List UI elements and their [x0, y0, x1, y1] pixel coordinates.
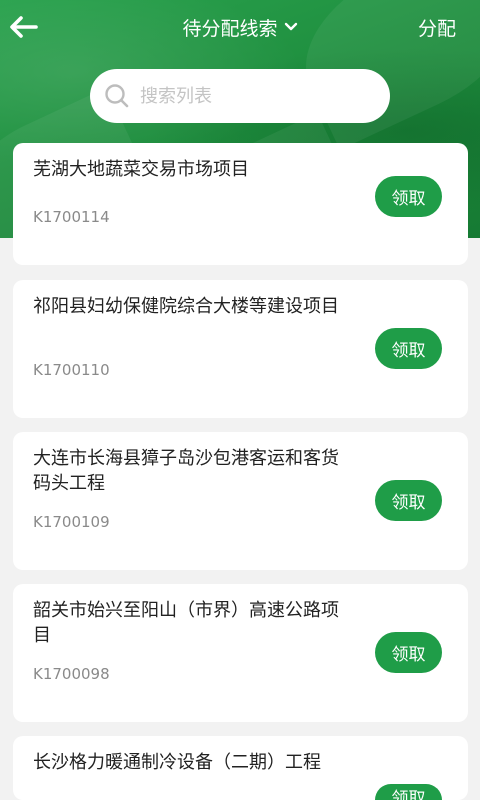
- claim-button[interactable]: 领取: [375, 784, 442, 800]
- item-title: 长沙格力暖通制冷设备（二期）工程: [33, 752, 321, 773]
- title-dropdown[interactable]: 待分配线索: [182, 14, 297, 41]
- search-input[interactable]: [140, 85, 360, 107]
- search-icon: [105, 84, 129, 108]
- chevron-down-icon: [284, 22, 297, 31]
- item-code: K1700098: [33, 665, 110, 683]
- assign-button[interactable]: 分配: [418, 14, 456, 41]
- top-bar: 待分配线索 分配: [0, 0, 480, 54]
- item-title: 大连市长海县獐子岛沙包港客运和客货码头工程: [33, 448, 339, 494]
- back-button[interactable]: [6, 9, 42, 45]
- item-title: 韶关市始兴至阳山（市界）高速公路项目: [33, 600, 339, 646]
- list-item[interactable]: 大连市长海县獐子岛沙包港客运和客货码头工程 K1700109 领取: [13, 432, 468, 570]
- item-title: 芜湖大地蔬菜交易市场项目: [33, 159, 249, 180]
- item-code: K1700110: [33, 361, 110, 379]
- claim-button[interactable]: 领取: [375, 632, 442, 673]
- back-arrow-icon: [10, 16, 38, 38]
- search-bar[interactable]: [90, 69, 390, 123]
- claim-button[interactable]: 领取: [375, 328, 442, 369]
- list-item[interactable]: 韶关市始兴至阳山（市界）高速公路项目 K1700098 领取: [13, 584, 468, 722]
- item-code: K1700114: [33, 208, 110, 226]
- page-title: 待分配线索: [182, 17, 278, 40]
- claim-button[interactable]: 领取: [375, 480, 442, 521]
- item-title: 祁阳县妇幼保健院综合大楼等建设项目: [33, 296, 339, 317]
- item-code: K1700109: [33, 513, 110, 531]
- claim-button[interactable]: 领取: [375, 176, 442, 217]
- list-item[interactable]: 长沙格力暖通制冷设备（二期）工程 领取: [13, 736, 468, 800]
- list-item[interactable]: 祁阳县妇幼保健院综合大楼等建设项目 K1700110 领取: [13, 280, 468, 418]
- list-item[interactable]: 芜湖大地蔬菜交易市场项目 K1700114 领取: [13, 143, 468, 265]
